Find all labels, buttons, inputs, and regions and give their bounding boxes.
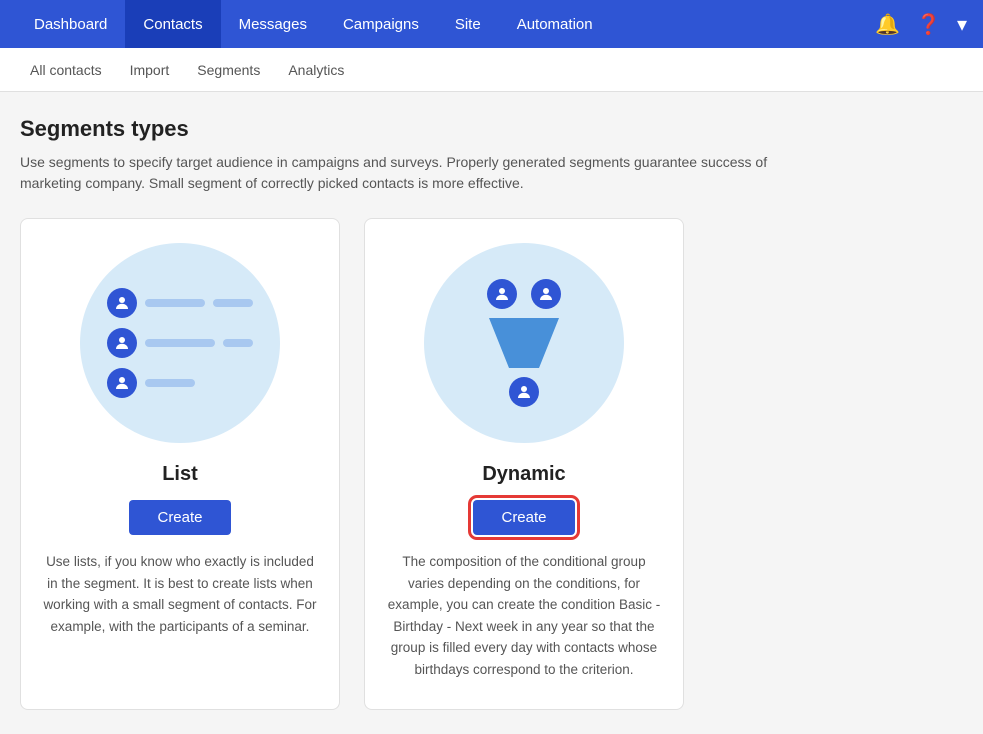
dynamic-card-description: The composition of the conditional group… [385,551,663,681]
user-icon-2 [107,328,137,358]
line-1 [145,299,205,307]
line-5 [145,379,195,387]
page-description: Use segments to specify target audience … [20,152,800,194]
dynamic-card-label: Dynamic [482,463,565,486]
nav-item-automation[interactable]: Automation [499,0,611,48]
user-icon-3 [107,368,137,398]
dynamic-illustration [424,243,624,443]
list-illustration [80,243,280,443]
bell-icon[interactable]: 🔔 [875,12,900,37]
line-4 [223,339,253,347]
dynamic-create-button[interactable]: Create [473,500,574,535]
dynamic-card: Dynamic Create The composition of the co… [364,218,684,710]
subnav-item-import[interactable]: Import [116,48,184,92]
nav-item-site[interactable]: Site [437,0,499,48]
list-card-description: Use lists, if you know who exactly is in… [41,551,319,637]
list-card: List Create Use lists, if you know who e… [20,218,340,710]
top-nav: Dashboard Contacts Messages Campaigns Si… [0,0,983,48]
list-card-label: List [162,463,198,486]
list-row-3 [107,368,195,398]
dyn-user-icon-1 [487,279,517,309]
dropdown-icon[interactable]: ▾ [957,12,967,37]
dyn-user-icon-2 [531,279,561,309]
list-row-2 [107,328,253,358]
nav-item-contacts[interactable]: Contacts [125,0,220,48]
cards-container: List Create Use lists, if you know who e… [20,218,963,710]
page-content: Segments types Use segments to specify t… [0,92,983,734]
subnav-item-analytics[interactable]: Analytics [274,48,358,92]
line-3 [145,339,215,347]
help-icon[interactable]: ❓ [916,12,941,37]
sub-nav: All contacts Import Segments Analytics [0,48,983,92]
user-icon-1 [107,288,137,318]
dyn-user-icon-3 [509,377,539,407]
subnav-item-all-contacts[interactable]: All contacts [16,48,116,92]
nav-item-campaigns[interactable]: Campaigns [325,0,437,48]
funnel-icon [484,313,564,373]
subnav-item-segments[interactable]: Segments [183,48,274,92]
nav-item-messages[interactable]: Messages [221,0,325,48]
nav-right: 🔔 ❓ ▾ [875,12,967,37]
page-title: Segments types [20,116,963,142]
list-create-button[interactable]: Create [129,500,230,535]
list-row-1 [107,288,253,318]
nav-item-dashboard[interactable]: Dashboard [16,0,125,48]
line-2 [213,299,253,307]
